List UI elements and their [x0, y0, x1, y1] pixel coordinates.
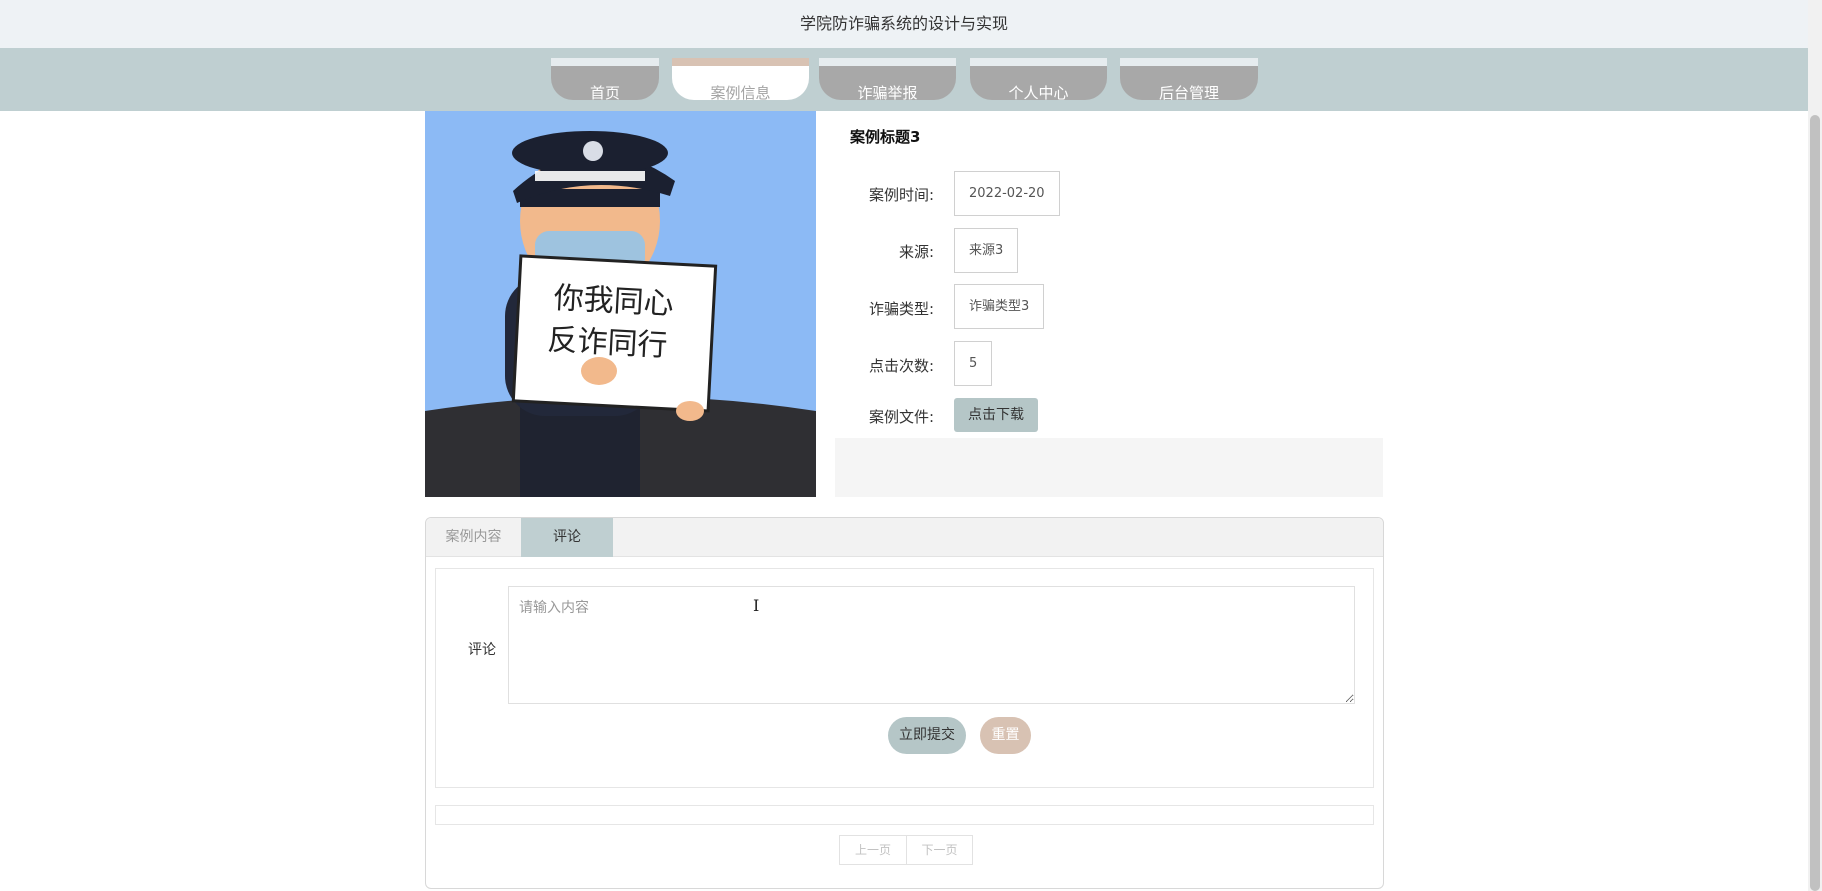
case-time-value: 2022-02-20 — [954, 171, 1060, 216]
tab-comments[interactable]: 评论 — [521, 518, 613, 557]
download-button[interactable]: 点击下载 — [954, 398, 1038, 432]
nav-item-admin[interactable]: 后台管理 — [1120, 58, 1258, 102]
sign-text-line1: 你我同心 — [553, 281, 675, 322]
case-tab-panel: 案例内容 评论 评论 立即提交 重置 上一页 下一页 — [425, 517, 1384, 889]
comment-input[interactable] — [508, 586, 1355, 704]
fraud-type-value: 诈骗类型3 — [954, 284, 1045, 329]
comment-label: 评论 — [468, 642, 496, 658]
pagination: 上一页 下一页 — [839, 835, 973, 865]
source-value: 来源3 — [954, 228, 1019, 273]
source-label: 来源: — [898, 243, 934, 261]
case-file-label: 案例文件: — [868, 408, 934, 426]
reset-button[interactable]: 重置 — [980, 717, 1031, 754]
tab-case-content[interactable]: 案例内容 — [426, 518, 521, 557]
page-scrollbar[interactable] — [1808, 0, 1822, 891]
comment-form: 评论 立即提交 重置 — [435, 568, 1374, 788]
top-header: 学院防诈骗系统的设计与实现 — [0, 0, 1808, 48]
nav-item-personal-center[interactable]: 个人中心 — [970, 58, 1107, 102]
click-count-value: 5 — [954, 341, 993, 386]
prev-page-button[interactable]: 上一页 — [840, 836, 906, 864]
scroll-thumb[interactable] — [1810, 115, 1820, 891]
comment-list — [435, 805, 1374, 825]
tab-bar: 案例内容 评论 — [426, 518, 1383, 557]
site-title: 学院防诈骗系统的设计与实现 — [799, 14, 1008, 33]
info-footer-area — [835, 438, 1383, 497]
click-count-label: 点击次数: — [868, 357, 934, 375]
nav-item-fraud-report[interactable]: 诈骗举报 — [819, 58, 956, 102]
sign-text-line2: 反诈同行 — [547, 323, 669, 364]
police-illustration: 你我同心 反诈同行 — [425, 111, 816, 497]
nav-item-home[interactable]: 首页 — [551, 58, 659, 102]
main-nav: 首页 案例信息 诈骗举报 个人中心 后台管理 — [0, 48, 1808, 111]
text-cursor-icon: I — [753, 596, 760, 615]
nav-item-case-info[interactable]: 案例信息 — [672, 58, 809, 102]
case-cover-image: 你我同心 反诈同行 — [425, 111, 816, 497]
fraud-type-label: 诈骗类型: — [868, 300, 934, 318]
submit-button[interactable]: 立即提交 — [888, 717, 966, 754]
next-page-button[interactable]: 下一页 — [906, 836, 972, 864]
case-title: 案例标题3 — [850, 128, 921, 146]
case-time-label: 案例时间: — [868, 186, 934, 204]
